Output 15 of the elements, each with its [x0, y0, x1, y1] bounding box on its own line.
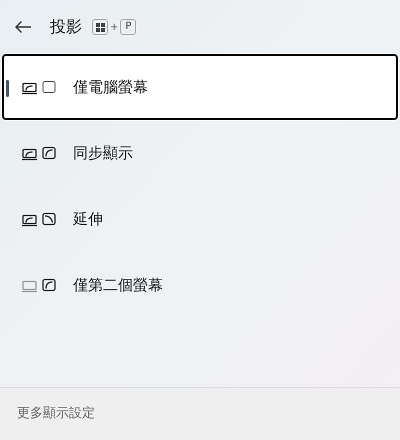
display-mode-icon [21, 278, 57, 292]
selection-indicator [6, 80, 9, 97]
windows-key-icon [92, 19, 108, 35]
display-mode-icon [21, 146, 57, 160]
p-key: P [120, 19, 136, 35]
projection-option[interactable]: 同步顯示 [2, 120, 398, 186]
projection-option[interactable]: 僅第二個螢幕 [2, 252, 398, 318]
back-icon[interactable] [14, 20, 32, 34]
projection-option[interactable]: 延伸 [2, 186, 398, 252]
plus-sign: + [110, 20, 118, 34]
projection-option[interactable]: 僅電腦螢幕 [2, 54, 398, 120]
display-mode-icon [21, 212, 57, 226]
panel-title: 投影 [50, 16, 82, 38]
more-display-settings-link[interactable]: 更多顯示設定 [17, 404, 95, 424]
display-mode-icon [21, 80, 57, 94]
